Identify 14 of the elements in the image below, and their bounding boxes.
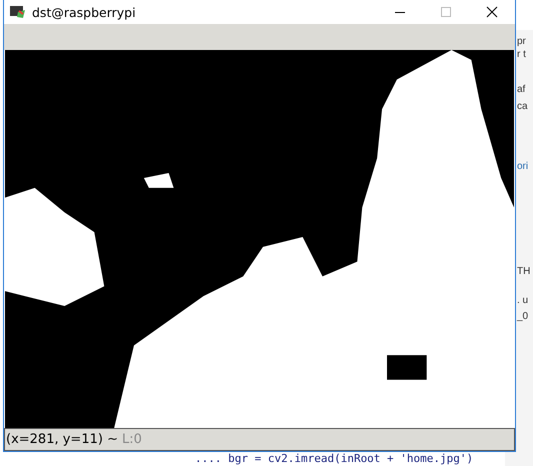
text-fragment: af [517, 84, 526, 95]
text-fragment: r t [517, 49, 526, 60]
text-fragment: ca [517, 101, 528, 112]
close-icon [486, 6, 498, 18]
window-title: dst@raspberrypi [32, 4, 136, 20]
text-fragment: TH [517, 266, 530, 277]
text-fragment: _0 [517, 311, 528, 322]
cursor-coordinates: (x=281, y=11) ~ [6, 432, 118, 447]
line-indicator: L:0 [122, 432, 142, 447]
text-fragment: . u [517, 295, 528, 306]
text-fragment: pr [517, 36, 526, 47]
app-icon [10, 5, 26, 19]
text-fragment: ori [517, 161, 528, 172]
maximize-icon [440, 6, 452, 18]
